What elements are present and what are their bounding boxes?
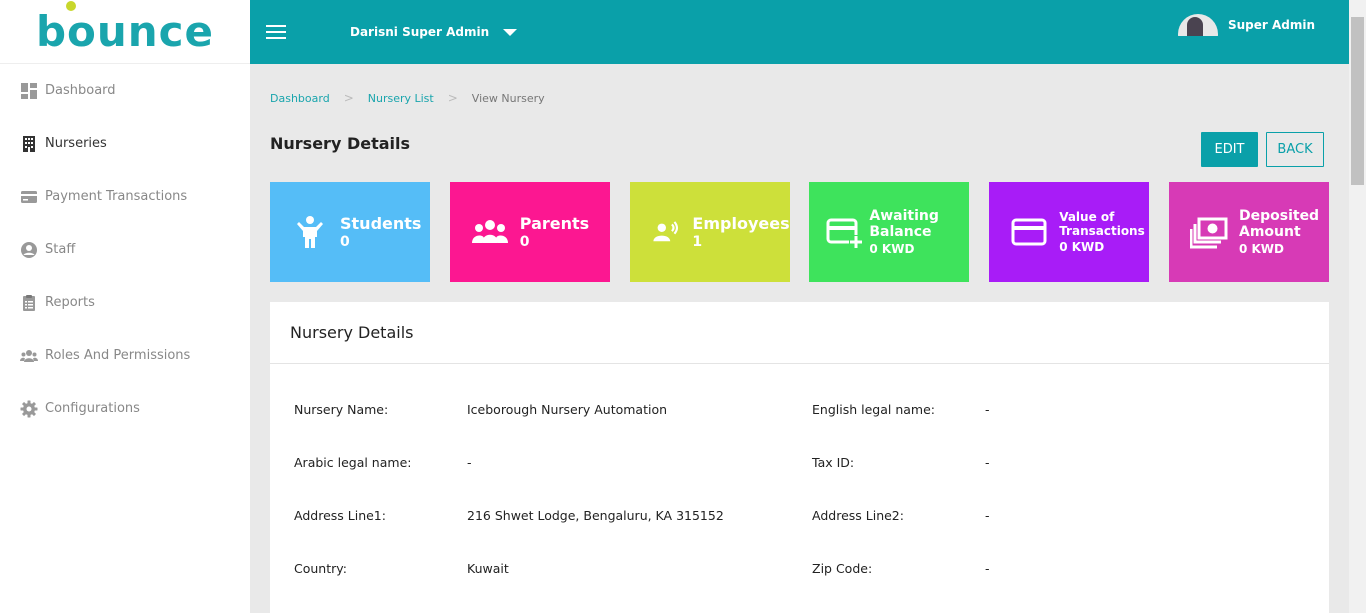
money-icon — [1185, 208, 1233, 256]
sidebar-item-reports[interactable]: Reports — [0, 276, 250, 329]
sidebar-item-label: Reports — [45, 295, 95, 310]
breadcrumb: Dashboard > Nursery List > View Nursery — [270, 91, 545, 105]
employees-card[interactable]: Employees 1 — [629, 182, 790, 282]
card-label: Deposited Amount — [1238, 207, 1320, 241]
sidebar-item-label: Roles And Permissions — [45, 348, 191, 363]
zip-code-value: - — [985, 561, 990, 576]
logo-area[interactable]: bounce — [0, 0, 250, 64]
arabic-legal-name-value: - — [467, 455, 472, 470]
sidebar-item-dashboard[interactable]: Dashboard — [0, 64, 250, 117]
card-label: Students — [340, 213, 422, 233]
nursery-name-value: Iceborough Nursery Automation — [467, 402, 668, 417]
sidebar-item-nurseries[interactable]: Nurseries — [0, 117, 250, 170]
sidebar: bounce Dashboard Nurseries Payment Trans… — [0, 0, 250, 613]
card-label: Parents — [519, 213, 590, 233]
sidebar-item-roles-and-permissions[interactable]: Roles And Permissions — [0, 329, 250, 382]
breadcrumb-current: View Nursery — [471, 91, 545, 105]
page-scrollbar[interactable] — [1349, 0, 1366, 613]
arabic-legal-name-label: Arabic legal name: — [294, 455, 412, 470]
card-value: 0 KWD — [869, 242, 915, 257]
gear-icon — [20, 400, 38, 418]
details-panel: Nursery Details Nursery Name: Iceborough… — [270, 302, 1329, 613]
employee-icon — [646, 208, 687, 256]
user-name: Super Admin — [1227, 18, 1315, 32]
building-icon — [20, 135, 38, 153]
sidebar-item-label: Configurations — [45, 401, 140, 416]
chevron-right-icon: > — [343, 91, 354, 105]
sidebar-item-configurations[interactable]: Configurations — [0, 382, 250, 435]
country-value: Kuwait — [467, 561, 509, 576]
menu-icon[interactable] — [266, 21, 286, 43]
dashboard-icon — [20, 82, 38, 100]
english-legal-name-value: - — [985, 402, 990, 417]
child-icon — [286, 208, 334, 256]
sidebar-item-label: Staff — [45, 242, 76, 257]
english-legal-name-label: English legal name: — [812, 402, 935, 417]
group-icon — [466, 208, 514, 256]
parents-card[interactable]: Parents 0 — [449, 182, 610, 282]
panel-title: Nursery Details — [270, 302, 1329, 364]
sidebar-item-label: Dashboard — [45, 83, 116, 98]
scrollbar-thumb[interactable] — [1351, 17, 1364, 185]
avatar — [1177, 14, 1218, 36]
country-label: Country: — [294, 561, 347, 576]
chevron-down-icon — [503, 28, 518, 36]
main-content: Dashboard > Nursery List > View Nursery … — [250, 64, 1349, 613]
card-value: 0 — [519, 233, 530, 250]
card-value: 0 — [340, 233, 350, 250]
card-value: 0 KWD — [1059, 239, 1105, 254]
chevron-right-icon: > — [447, 91, 458, 105]
address-line1-label: Address Line1: — [294, 508, 386, 523]
user-menu[interactable]: Super Admin — [1177, 14, 1315, 36]
address-line2-value: - — [985, 508, 990, 523]
stat-cards: Students 0 Parents 0 Employees 1 Awaitin… — [270, 182, 1329, 282]
sidebar-item-label: Nurseries — [45, 136, 107, 151]
logo: bounce — [36, 0, 214, 53]
students-card[interactable]: Students 0 — [270, 182, 430, 282]
sidebar-item-label: Payment Transactions — [45, 189, 188, 204]
organization-name: Darisni Super Admin — [350, 25, 490, 39]
breadcrumb-nursery-list[interactable]: Nursery List — [368, 92, 434, 105]
card-value: 0 KWD — [1238, 242, 1285, 257]
sidebar-nav: Dashboard Nurseries Payment Transactions… — [0, 64, 250, 435]
value-of-transactions-card[interactable]: Value of Transactions 0 KWD — [989, 182, 1150, 282]
top-header: Darisni Super Admin Super Admin — [250, 0, 1349, 64]
card-plus-icon — [825, 208, 864, 256]
deposited-amount-card[interactable]: Deposited Amount 0 KWD — [1168, 182, 1329, 282]
breadcrumb-dashboard[interactable]: Dashboard — [270, 92, 330, 105]
user-circle-icon — [20, 241, 38, 259]
tax-id-label: Tax ID: — [812, 455, 855, 470]
card-label: Employees — [692, 213, 790, 233]
edit-button[interactable]: EDIT — [1201, 132, 1258, 167]
address-line1-value: 216 Shwet Lodge, Bengaluru, KA 315152 — [467, 508, 724, 523]
sidebar-item-payment-transactions[interactable]: Payment Transactions — [0, 170, 250, 223]
credit-card-icon — [1005, 208, 1053, 256]
card-label: Value of Transactions — [1059, 209, 1145, 239]
address-line2-label: Address Line2: — [812, 508, 904, 523]
back-button[interactable]: BACK — [1266, 132, 1324, 167]
credit-card-icon — [20, 188, 38, 206]
tax-id-value: - — [985, 455, 990, 470]
card-value: 1 — [692, 233, 703, 250]
zip-code-label: Zip Code: — [812, 561, 873, 576]
awaiting-balance-card[interactable]: Awaiting Balance 0 KWD — [809, 182, 970, 282]
organization-dropdown[interactable]: Darisni Super Admin — [350, 25, 518, 39]
clipboard-icon — [20, 294, 38, 312]
nursery-name-label: Nursery Name: — [294, 402, 389, 417]
card-label: Awaiting Balance — [869, 207, 939, 241]
page-title: Nursery Details — [270, 134, 411, 153]
users-icon — [20, 347, 38, 365]
sidebar-item-staff[interactable]: Staff — [0, 223, 250, 276]
